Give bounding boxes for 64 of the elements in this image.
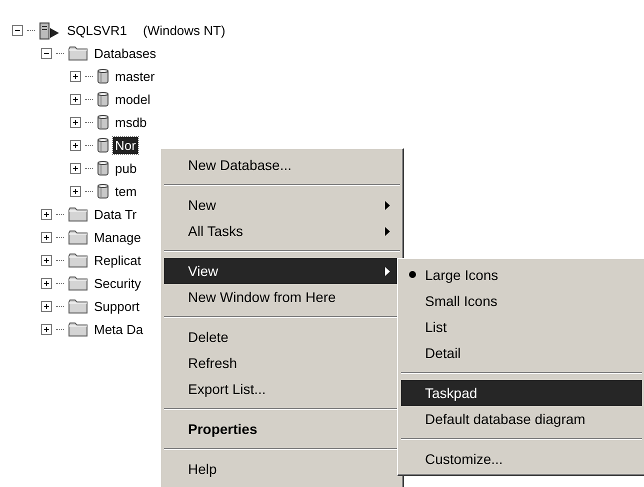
folder-icon bbox=[68, 207, 88, 222]
tree-item[interactable]: Manage bbox=[92, 229, 143, 246]
radio-bullet-icon bbox=[409, 271, 416, 278]
folder-icon bbox=[68, 46, 88, 61]
expand-toggle[interactable] bbox=[70, 117, 81, 128]
database-icon bbox=[97, 91, 109, 108]
tree-item[interactable]: SQLSVR1 bbox=[65, 22, 129, 39]
menu-item[interactable]: Properties bbox=[164, 416, 400, 442]
menu-item[interactable]: All Tasks bbox=[164, 218, 400, 244]
tree-item[interactable]: msdb bbox=[113, 114, 149, 131]
tree-item[interactable]: Meta Da bbox=[92, 321, 146, 338]
submenu-arrow-icon bbox=[385, 226, 390, 236]
menu-item[interactable]: List bbox=[401, 314, 642, 340]
database-icon bbox=[97, 183, 109, 200]
menu-item[interactable]: New Database... bbox=[164, 152, 400, 178]
menu-item[interactable]: View bbox=[164, 258, 400, 284]
menu-item[interactable]: Export List... bbox=[164, 376, 400, 402]
menu-item[interactable]: New Window from Here bbox=[164, 284, 400, 310]
expand-toggle[interactable] bbox=[41, 209, 52, 220]
database-icon bbox=[97, 137, 109, 154]
menu-item[interactable]: Help bbox=[164, 456, 400, 482]
tree-item[interactable]: Nor bbox=[113, 137, 138, 154]
folder-icon bbox=[68, 230, 88, 245]
expand-toggle[interactable] bbox=[41, 232, 52, 243]
menu-item[interactable]: Refresh bbox=[164, 350, 400, 376]
menu-item[interactable]: Taskpad bbox=[401, 380, 642, 406]
menu-item[interactable]: Delete bbox=[164, 324, 400, 350]
menu-item[interactable]: Detail bbox=[401, 340, 642, 366]
menu-item[interactable]: Small Icons bbox=[401, 288, 642, 314]
tree-item[interactable]: tem bbox=[113, 183, 139, 200]
database-icon bbox=[97, 114, 109, 131]
tree-item[interactable]: pub bbox=[113, 160, 139, 177]
expand-toggle[interactable] bbox=[41, 278, 52, 289]
submenu-arrow-icon bbox=[385, 200, 390, 210]
folder-icon bbox=[68, 253, 88, 268]
menu-item[interactable]: Large Icons bbox=[401, 262, 642, 288]
tree-item[interactable]: Data Tr bbox=[92, 206, 139, 223]
server-icon bbox=[39, 22, 61, 40]
folder-icon bbox=[68, 322, 88, 337]
expand-toggle[interactable] bbox=[70, 163, 81, 174]
tree-item[interactable]: Support bbox=[92, 298, 142, 315]
menu-item[interactable]: Customize... bbox=[401, 446, 642, 472]
tree-item[interactable]: Databases bbox=[92, 45, 158, 62]
expand-toggle[interactable] bbox=[70, 186, 81, 197]
collapse-toggle[interactable] bbox=[41, 48, 52, 59]
database-icon bbox=[97, 68, 109, 85]
expand-toggle[interactable] bbox=[41, 301, 52, 312]
collapse-toggle[interactable] bbox=[12, 25, 23, 36]
submenu-arrow-icon bbox=[385, 266, 390, 276]
expand-toggle[interactable] bbox=[70, 140, 81, 151]
expand-toggle[interactable] bbox=[70, 94, 81, 105]
tree-item[interactable]: model bbox=[113, 91, 152, 108]
expand-toggle[interactable] bbox=[70, 71, 81, 82]
folder-icon bbox=[68, 276, 88, 291]
tree-item[interactable]: master bbox=[113, 68, 157, 85]
database-icon bbox=[97, 160, 109, 177]
menu-item[interactable]: New bbox=[164, 192, 400, 218]
tree-item[interactable]: Security bbox=[92, 275, 143, 292]
expand-toggle[interactable] bbox=[41, 324, 52, 335]
folder-icon bbox=[68, 299, 88, 314]
server-os-label: (Windows NT) bbox=[142, 23, 226, 38]
tree-item[interactable]: Replicat bbox=[92, 252, 143, 269]
expand-toggle[interactable] bbox=[41, 255, 52, 266]
menu-item[interactable]: Default database diagram bbox=[401, 406, 642, 432]
